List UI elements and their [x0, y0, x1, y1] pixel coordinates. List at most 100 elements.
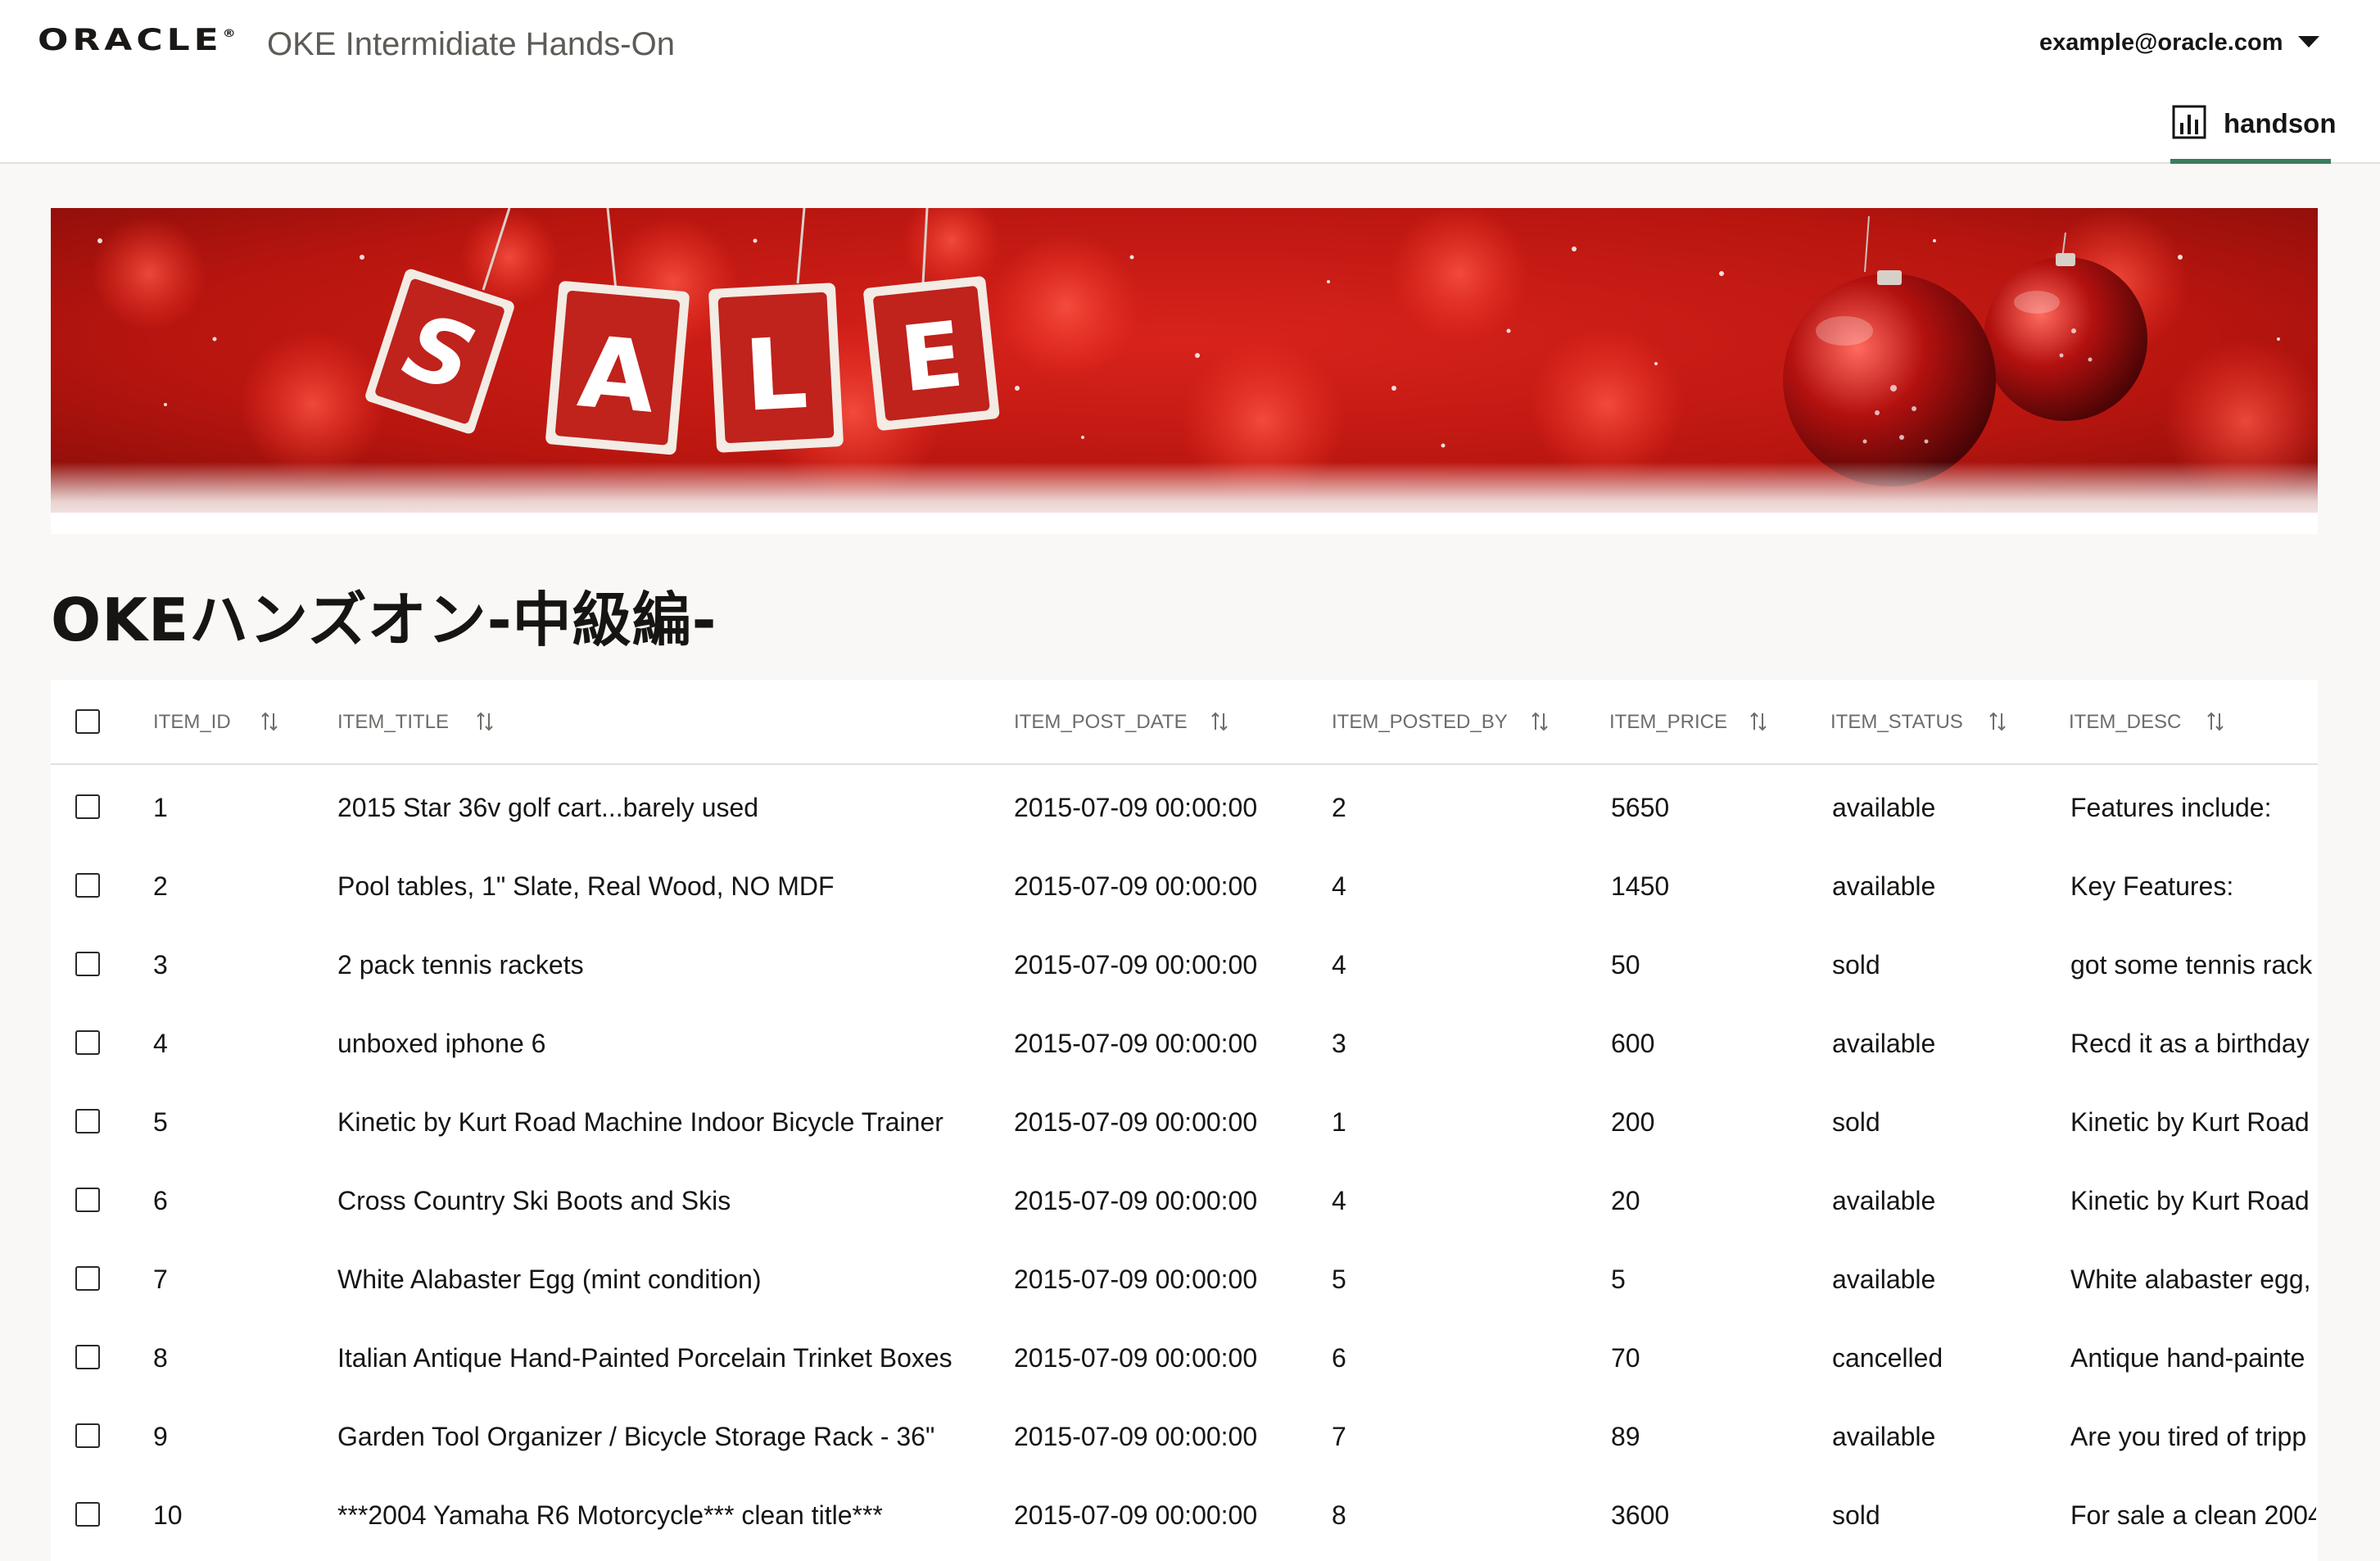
table-row[interactable]: 8 Italian Antique Hand-Painted Porcelain…	[51, 1317, 2318, 1396]
cell-item-price: 89	[1611, 1422, 1640, 1451]
cell-item-price: 20	[1611, 1186, 1640, 1215]
cell-item-title: 2 pack tennis rackets	[337, 950, 584, 980]
sale-banner: S A L E	[51, 208, 2318, 534]
row-checkbox[interactable]	[75, 1423, 100, 1448]
caret-down-icon[interactable]	[2298, 36, 2319, 48]
column-header-item-posted-by[interactable]: ITEM_POSTED_BY	[1332, 711, 1508, 734]
select-all-checkbox[interactable]	[75, 709, 100, 734]
cell-item-title: White Alabaster Egg (mint condition)	[337, 1265, 762, 1294]
row-checkbox[interactable]	[75, 794, 100, 819]
row-checkbox[interactable]	[75, 1109, 100, 1133]
cell-item-post-date: 2015-07-09 00:00:00	[1014, 1265, 1258, 1294]
cell-item-status: cancelled	[1832, 1343, 1943, 1373]
row-checkbox[interactable]	[75, 1030, 100, 1055]
cell-item-title: Pool tables, 1" Slate, Real Wood, NO MDF	[337, 871, 835, 901]
table-header-row: ITEM_ID ITEM_TITLE ITEM_POST_DATE ITEM_P…	[51, 680, 2318, 765]
sort-arrows-icon[interactable]	[1985, 709, 2010, 734]
column-header-item-title[interactable]: ITEM_TITLE	[337, 711, 449, 734]
cell-item-post-date: 2015-07-09 00:00:00	[1014, 1029, 1258, 1058]
cell-item-status: available	[1832, 1029, 1936, 1058]
cell-item-id: 4	[153, 1029, 168, 1058]
column-header-item-desc[interactable]: ITEM_DESC	[2069, 711, 2181, 734]
cell-item-post-date: 2015-07-09 00:00:00	[1014, 950, 1258, 980]
cell-item-status: sold	[1832, 1107, 1880, 1137]
sort-arrows-icon[interactable]	[1207, 709, 1232, 734]
cell-item-id: 5	[153, 1107, 168, 1137]
sort-arrows-icon[interactable]	[2203, 709, 2228, 734]
row-checkbox[interactable]	[75, 1502, 100, 1527]
page-title: OKEハンズオン-中級編-	[51, 586, 717, 654]
column-header-item-status[interactable]: ITEM_STATUS	[1830, 711, 1963, 734]
cell-item-desc: Antique hand-painte	[2070, 1343, 2305, 1373]
column-header-item-price[interactable]: ITEM_PRICE	[1609, 711, 1727, 734]
cell-item-post-date: 2015-07-09 00:00:00	[1014, 1343, 1258, 1373]
cell-item-desc: Kinetic by Kurt Road	[2070, 1107, 2310, 1137]
table-row[interactable]: 9 Garden Tool Organizer / Bicycle Storag…	[51, 1396, 2318, 1474]
cell-item-id: 10	[153, 1500, 183, 1530]
cell-item-desc: Are you tired of tripp	[2070, 1422, 2307, 1451]
sort-arrows-icon[interactable]	[1527, 709, 1552, 734]
table-row[interactable]: 7 White Alabaster Egg (mint condition) 2…	[51, 1238, 2318, 1317]
cell-item-desc: Features include:	[2070, 793, 2272, 822]
sort-arrows-icon[interactable]	[1746, 709, 1771, 734]
cell-item-post-date: 2015-07-09 00:00:00	[1014, 1107, 1258, 1137]
user-email[interactable]: example@oracle.com	[2039, 29, 2283, 57]
cell-item-post-date: 2015-07-09 00:00:00	[1014, 1186, 1258, 1215]
tab-handson[interactable]: handson	[2170, 97, 2337, 164]
row-checkbox[interactable]	[75, 1266, 100, 1291]
table-row[interactable]: 3 2 pack tennis rackets 2015-07-09 00:00…	[51, 924, 2318, 1002]
column-header-item-post-date[interactable]: ITEM_POST_DATE	[1014, 711, 1188, 734]
cell-item-price: 5	[1611, 1265, 1626, 1294]
cell-item-post-date: 2015-07-09 00:00:00	[1014, 1500, 1258, 1530]
cell-item-status: available	[1832, 1186, 1936, 1215]
cell-item-posted-by: 5	[1332, 1265, 1346, 1294]
cell-item-desc: Kinetic by Kurt Road	[2070, 1186, 2310, 1215]
cell-item-price: 70	[1611, 1343, 1640, 1373]
row-checkbox[interactable]	[75, 1345, 100, 1369]
cell-item-price: 5650	[1611, 793, 1670, 822]
cell-item-id: 9	[153, 1422, 168, 1451]
cell-item-post-date: 2015-07-09 00:00:00	[1014, 793, 1258, 822]
cell-item-desc: White alabaster egg,	[2070, 1265, 2311, 1294]
svg-text:E: E	[896, 301, 968, 412]
cell-item-status: sold	[1832, 1500, 1880, 1530]
cell-item-status: available	[1832, 793, 1936, 822]
logo-registered-mark: ®	[222, 26, 236, 40]
cell-item-status: available	[1832, 1265, 1936, 1294]
cell-item-posted-by: 7	[1332, 1422, 1346, 1451]
cell-item-desc: Recd it as a birthday	[2070, 1029, 2310, 1058]
cell-item-price: 600	[1611, 1029, 1655, 1058]
cell-item-desc: got some tennis rack	[2070, 950, 2313, 980]
table-row[interactable]: 2 Pool tables, 1" Slate, Real Wood, NO M…	[51, 845, 2318, 924]
app-header: ORACLE® OKE Intermidiate Hands-On exampl…	[0, 0, 2380, 164]
sale-banner-image: S A L E	[51, 208, 2318, 534]
column-header-item-id[interactable]: ITEM_ID	[153, 711, 231, 734]
cell-item-desc: For sale a clean 2004	[2070, 1500, 2316, 1530]
cell-item-price: 200	[1611, 1107, 1655, 1137]
sort-arrows-icon[interactable]	[257, 709, 282, 734]
logo-text: ORACLE	[38, 23, 223, 57]
row-checkbox[interactable]	[75, 1188, 100, 1212]
table-row[interactable]: 1 2015 Star 36v golf cart...barely used …	[51, 767, 2318, 845]
cell-item-id: 8	[153, 1343, 168, 1373]
table-row[interactable]: 6 Cross Country Ski Boots and Skis 2015-…	[51, 1160, 2318, 1238]
cell-item-post-date: 2015-07-09 00:00:00	[1014, 871, 1258, 901]
bar-chart-icon	[2172, 105, 2206, 139]
cell-item-title: Kinetic by Kurt Road Machine Indoor Bicy…	[337, 1107, 943, 1137]
sort-arrows-icon[interactable]	[473, 709, 497, 734]
cell-item-price: 50	[1611, 950, 1640, 980]
table-row[interactable]: 5 Kinetic by Kurt Road Machine Indoor Bi…	[51, 1081, 2318, 1160]
cell-item-title: Italian Antique Hand-Painted Porcelain T…	[337, 1343, 952, 1373]
cell-item-post-date: 2015-07-09 00:00:00	[1014, 1422, 1258, 1451]
svg-text:A: A	[574, 315, 660, 436]
row-checkbox[interactable]	[75, 873, 100, 898]
table-row[interactable]: 4 unboxed iphone 6 2015-07-09 00:00:00 3…	[51, 1002, 2318, 1081]
cell-item-status: available	[1832, 871, 1936, 901]
row-checkbox[interactable]	[75, 952, 100, 976]
oracle-logo[interactable]: ORACLE®	[38, 23, 236, 57]
table-row[interactable]: 10 ***2004 Yamaha R6 Motorcycle*** clean…	[51, 1474, 2318, 1553]
cell-item-title: unboxed iphone 6	[337, 1029, 546, 1058]
cell-item-posted-by: 4	[1332, 950, 1346, 980]
cell-item-price: 3600	[1611, 1500, 1670, 1530]
cell-item-posted-by: 4	[1332, 871, 1346, 901]
